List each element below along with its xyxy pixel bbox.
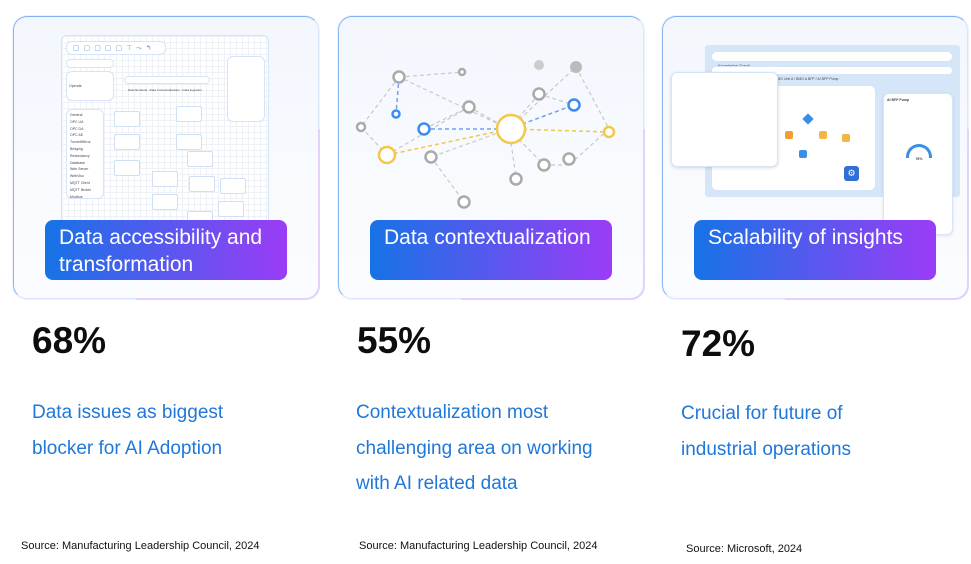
operate-panel: Operate bbox=[66, 71, 114, 101]
workflow-editor-screenshot: ▢▢▢▢▢⊤⤳↰ Navigate Operate Data Retrieval… bbox=[61, 35, 269, 235]
card-label: Scalability of insights bbox=[694, 220, 936, 280]
graph-node bbox=[570, 61, 582, 73]
flow-node bbox=[176, 134, 202, 150]
graph-node bbox=[462, 100, 476, 114]
card-label: Data contextualization bbox=[370, 220, 612, 280]
dropdown-list bbox=[227, 56, 265, 122]
flow-node bbox=[176, 106, 202, 122]
graph-node-yellow bbox=[377, 145, 397, 165]
graph-node bbox=[534, 60, 544, 70]
flow-node bbox=[189, 176, 215, 192]
graph-node bbox=[424, 150, 438, 164]
kg-title-bar: Knowledge Graph bbox=[711, 51, 953, 68]
stat-description: Crucial for future of industrial operati… bbox=[681, 403, 852, 460]
graph-node bbox=[457, 67, 467, 77]
stat-description: Data issues as biggest blocker for AI Ad… bbox=[32, 402, 224, 459]
source-note: Source: Microsoft, 2024 bbox=[686, 543, 803, 555]
stat-percent: 55% bbox=[357, 320, 432, 361]
graph-node bbox=[392, 70, 406, 84]
network-graph-illustration bbox=[355, 60, 616, 209]
graph-node bbox=[532, 87, 546, 101]
flow-node bbox=[218, 201, 244, 217]
graph-node-blue bbox=[391, 109, 401, 119]
stat-percent: 72% bbox=[681, 323, 756, 364]
flow-node bbox=[152, 194, 178, 210]
source-note: Source: Manufacturing Leadership Council… bbox=[21, 540, 260, 552]
flow-node bbox=[187, 151, 213, 167]
card-data-contextualization: Data contextualization bbox=[338, 16, 645, 300]
card-data-accessibility: ▢▢▢▢▢⊤⤳↰ Navigate Operate Data Retrieval… bbox=[13, 16, 320, 300]
flow-node bbox=[114, 134, 140, 150]
graph-node-yellow bbox=[602, 125, 616, 139]
settings-icon[interactable]: ⚙ bbox=[844, 166, 859, 181]
flow-node bbox=[152, 171, 178, 187]
flow-node bbox=[220, 178, 246, 194]
flow-node bbox=[114, 160, 140, 176]
flow-node bbox=[114, 111, 140, 127]
pipeline-title: Data Retrieval - Data Contextualization … bbox=[124, 76, 210, 92]
navigate-panel: Navigate bbox=[66, 59, 114, 76]
chat-panel bbox=[671, 72, 778, 167]
graph-hub bbox=[495, 113, 527, 145]
asset-detail-panel: AI BFP Pump 76% bbox=[883, 93, 953, 235]
graph-node bbox=[355, 121, 367, 133]
connector-sidebar: General OPC UA OPC DA OPC AE Tunnel/Mirror Br… bbox=[66, 109, 104, 199]
stat-percent: 68% bbox=[32, 320, 107, 361]
graph-node-icon bbox=[799, 150, 807, 158]
card-label: Data accessibility and transformation bbox=[45, 220, 287, 280]
graph-node-blue bbox=[567, 98, 581, 112]
editor-toolbar: ▢▢▢▢▢⊤⤳↰ bbox=[66, 41, 166, 55]
graph-node-icon bbox=[785, 131, 793, 139]
graph-node-blue bbox=[417, 122, 431, 136]
graph-node-icon bbox=[819, 131, 827, 139]
kg-breadcrumb: BMG Unit A / BMG A BFP / AI BFP Pump bbox=[775, 77, 839, 81]
graph-node bbox=[562, 152, 576, 166]
graph-node bbox=[457, 195, 471, 209]
card-scalability: Knowledge Graph BMG Unit A / BMG A BFP /… bbox=[662, 16, 969, 300]
stat-description: Contextualization most challenging area … bbox=[356, 402, 593, 494]
source-note: Source: Manufacturing Leadership Council… bbox=[359, 540, 598, 552]
graph-node bbox=[509, 172, 523, 186]
health-gauge: 76% bbox=[906, 144, 932, 161]
graph-node-icon bbox=[842, 134, 850, 142]
graph-node bbox=[537, 158, 551, 172]
